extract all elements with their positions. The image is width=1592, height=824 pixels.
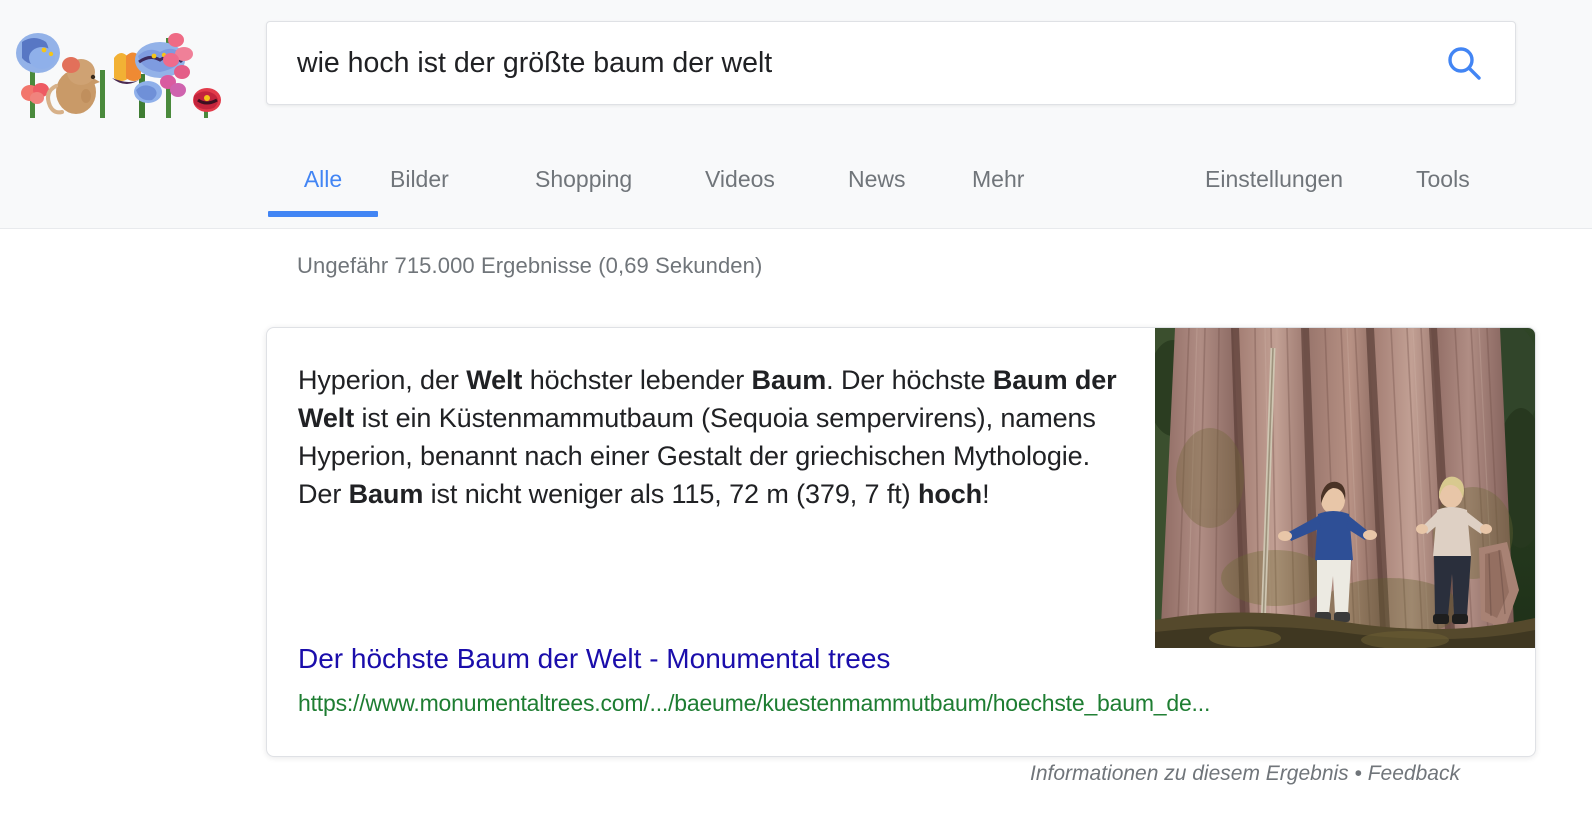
snippet-text-run: . Der höchste xyxy=(826,365,993,395)
tools-label: Tools xyxy=(1416,166,1470,192)
tab-shopping[interactable]: Shopping xyxy=(535,150,632,220)
tools-button[interactable]: Tools xyxy=(1416,150,1470,220)
giant-redwood-photo xyxy=(1155,328,1535,648)
active-tab-underline xyxy=(268,211,378,217)
about-this-result-link[interactable]: Informationen zu diesem Ergebnis xyxy=(1030,762,1349,785)
snippet-bold-run: Welt xyxy=(466,365,523,395)
tab-alle-label: Alle xyxy=(303,166,343,192)
tab-news-label: News xyxy=(848,166,906,192)
feedback-link[interactable]: Feedback xyxy=(1368,762,1460,785)
tab-mehr-label: Mehr xyxy=(972,166,1025,192)
footer-separator: • xyxy=(1354,762,1362,785)
google-doodle-logo[interactable] xyxy=(8,20,228,125)
search-icon[interactable] xyxy=(1445,44,1485,84)
snippet-bold-run: hoch xyxy=(917,479,983,509)
tab-bilder[interactable]: Bilder xyxy=(390,150,449,220)
featured-snippet-thumbnail[interactable] xyxy=(1155,328,1535,648)
tab-shopping-label: Shopping xyxy=(535,166,633,192)
featured-snippet-title-link[interactable]: Der höchste Baum der Welt - Monumental t… xyxy=(298,643,890,675)
settings-button[interactable]: Einstellungen xyxy=(1205,150,1343,220)
featured-snippet-card: Hyperion, der Welt höchster lebender Bau… xyxy=(266,327,1536,757)
tab-alle[interactable]: Alle xyxy=(268,150,378,220)
snippet-text-run: höchster lebender xyxy=(522,365,752,395)
tab-mehr[interactable]: Mehr xyxy=(972,150,1024,220)
snippet-text-run: ist nicht weniger als 115, 72 m (379, 7 … xyxy=(423,479,918,509)
snippet-text-run: ! xyxy=(982,479,990,509)
search-nav-tabs: Alle Bilder Shopping Videos News Mehr Ei… xyxy=(0,150,1592,228)
tab-news[interactable]: News xyxy=(848,150,906,220)
doodle-flowers-mouse-icon xyxy=(16,33,221,118)
result-stats: Ungefähr 715.000 Ergebnisse (0,69 Sekund… xyxy=(297,253,763,278)
settings-label: Einstellungen xyxy=(1205,166,1344,192)
featured-snippet-text: Hyperion, der Welt höchster lebender Bau… xyxy=(298,361,1123,513)
search-header: Alle Bilder Shopping Videos News Mehr Ei… xyxy=(0,0,1592,229)
snippet-bold-run: Baum xyxy=(348,479,424,509)
tab-videos-label: Videos xyxy=(705,166,775,192)
tab-videos[interactable]: Videos xyxy=(705,150,775,220)
snippet-bold-run: Baum xyxy=(751,365,827,395)
search-box[interactable] xyxy=(266,21,1516,105)
featured-snippet-url[interactable]: https://www.monumentaltrees.com/.../baeu… xyxy=(298,690,1210,717)
snippet-text-run: Hyperion, der xyxy=(298,365,467,395)
search-input[interactable] xyxy=(297,22,1397,104)
tab-bilder-label: Bilder xyxy=(390,166,449,192)
featured-snippet-footer: Informationen zu diesem Ergebnis • Feedb… xyxy=(1030,762,1460,786)
